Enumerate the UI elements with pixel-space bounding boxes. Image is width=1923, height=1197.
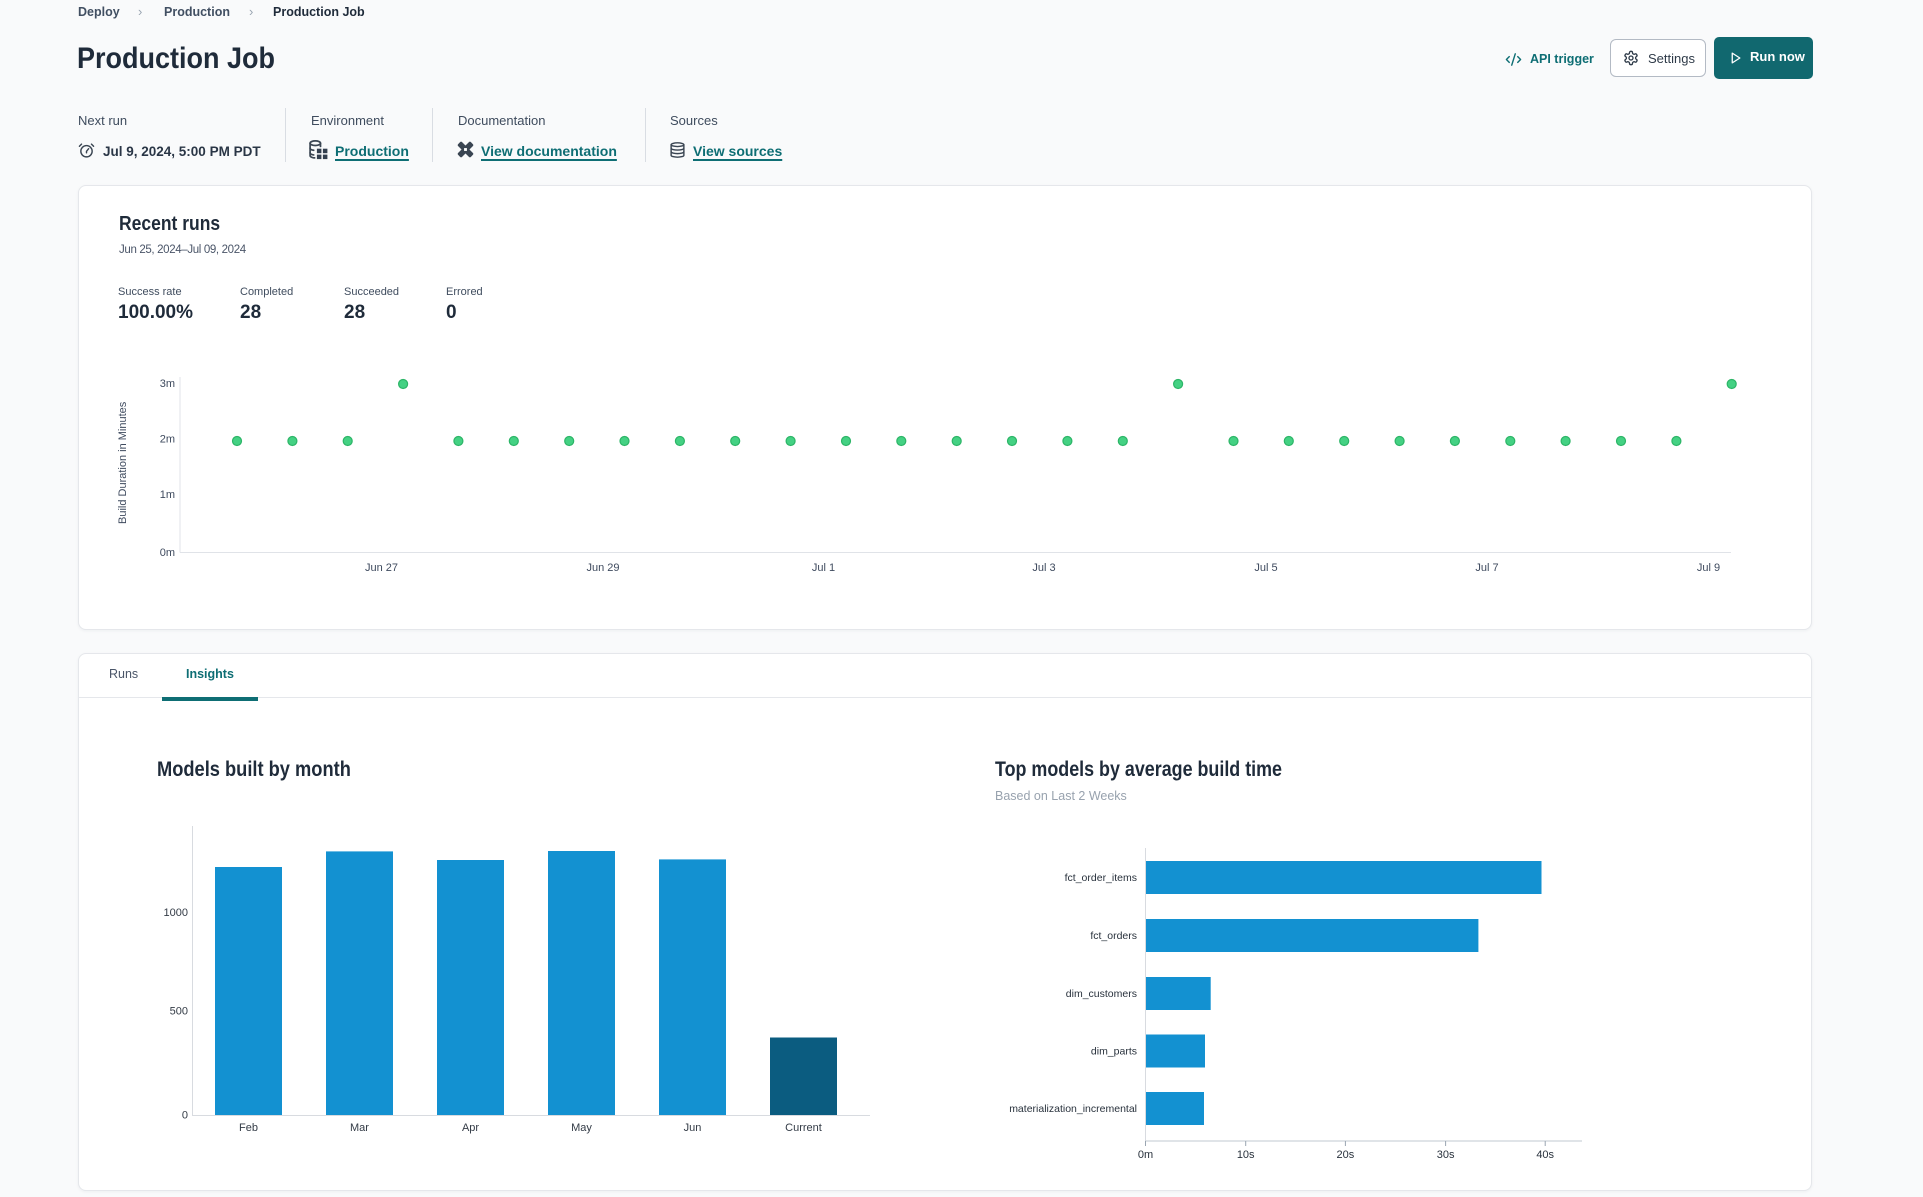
svg-text:30s: 30s	[1437, 1149, 1455, 1161]
svg-text:Jul 9: Jul 9	[1697, 562, 1720, 574]
svg-text:Jul 1: Jul 1	[812, 562, 835, 574]
svg-text:Build Duration in Minutes: Build Duration in Minutes	[117, 401, 129, 524]
svg-text:dim_parts: dim_parts	[1091, 1046, 1137, 1058]
svg-text:Mar: Mar	[350, 1122, 369, 1134]
svg-text:Jun: Jun	[684, 1122, 702, 1134]
svg-text:500: 500	[170, 1006, 188, 1018]
svg-text:Jun 29: Jun 29	[586, 562, 619, 574]
svg-text:10s: 10s	[1237, 1149, 1255, 1161]
svg-text:0: 0	[182, 1110, 188, 1122]
svg-text:Jul 3: Jul 3	[1032, 562, 1055, 574]
svg-text:Feb: Feb	[239, 1122, 258, 1134]
svg-text:20s: 20s	[1337, 1149, 1355, 1161]
svg-text:2m: 2m	[160, 434, 175, 446]
svg-text:fct_orders: fct_orders	[1090, 930, 1137, 942]
svg-text:materialization_incremental: materialization_incremental	[1009, 1103, 1137, 1115]
svg-text:3m: 3m	[160, 378, 175, 390]
svg-text:Jul 7: Jul 7	[1475, 562, 1498, 574]
svg-text:Jun 27: Jun 27	[365, 562, 398, 574]
svg-text:40s: 40s	[1536, 1149, 1554, 1161]
svg-text:1m: 1m	[160, 489, 175, 501]
svg-text:Current: Current	[785, 1122, 822, 1134]
svg-text:Apr: Apr	[462, 1122, 479, 1134]
svg-text:dim_customers: dim_customers	[1066, 988, 1137, 1000]
svg-text:fct_order_items: fct_order_items	[1065, 872, 1137, 884]
svg-text:May: May	[571, 1122, 592, 1134]
svg-text:0m: 0m	[1138, 1149, 1153, 1161]
svg-text:0m: 0m	[160, 547, 175, 559]
svg-text:Jul 5: Jul 5	[1254, 562, 1277, 574]
svg-text:1000: 1000	[164, 907, 188, 919]
